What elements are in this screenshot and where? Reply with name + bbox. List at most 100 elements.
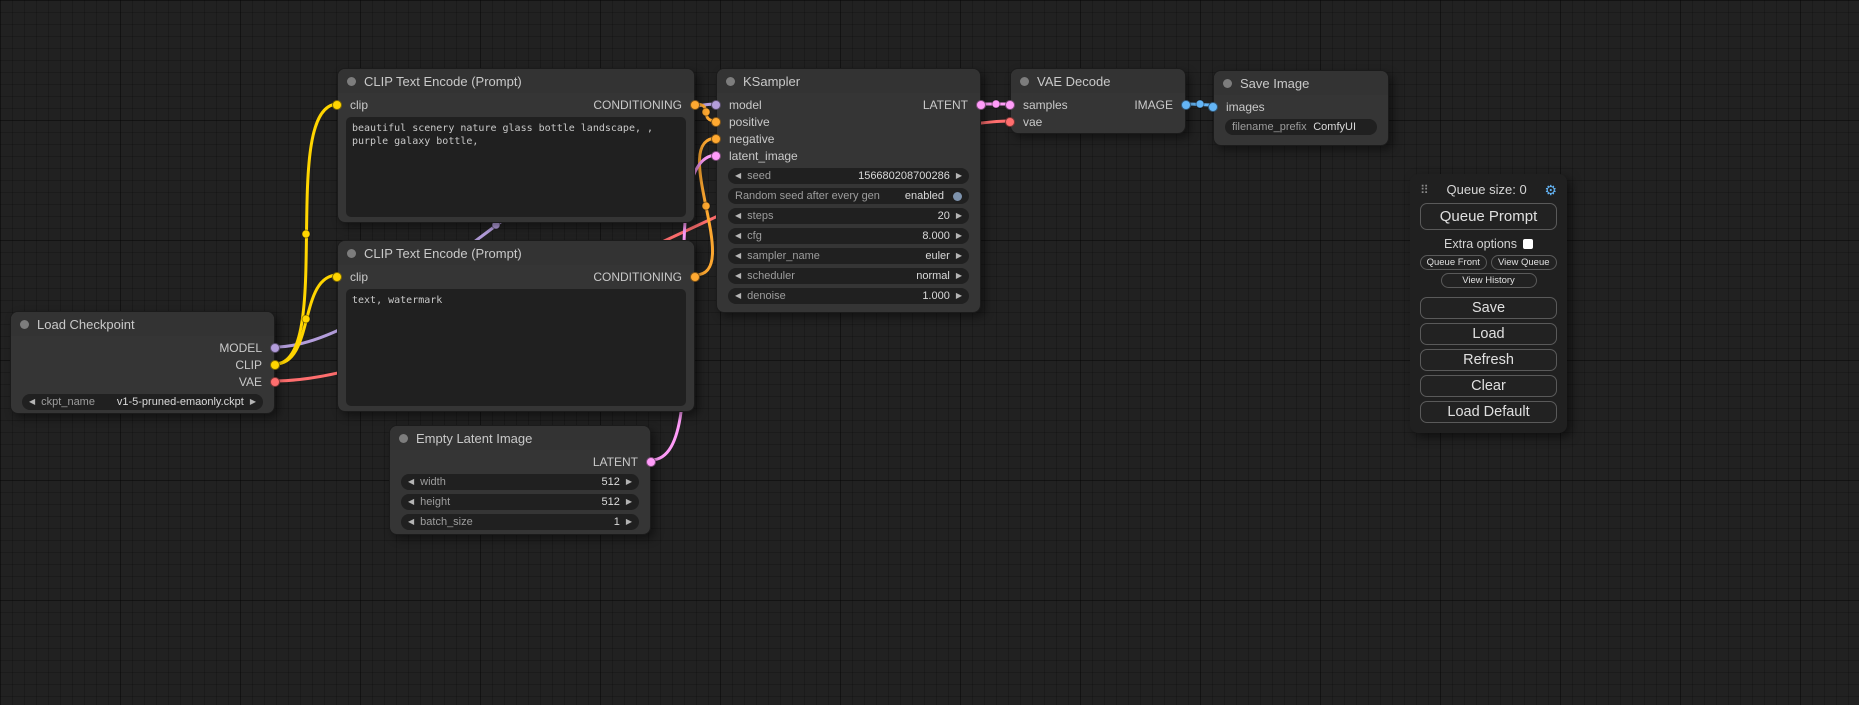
increment-arrow-icon[interactable]: ▶ — [956, 292, 962, 300]
output-label-latent: LATENT — [923, 98, 968, 112]
decrement-arrow-icon[interactable]: ◀ — [408, 518, 414, 526]
increment-arrow-icon[interactable]: ▶ — [956, 212, 962, 220]
increment-arrow-icon[interactable]: ▶ — [626, 518, 632, 526]
latent-output-port[interactable] — [646, 457, 656, 467]
node-title-bar[interactable]: CLIP Text Encode (Prompt) — [338, 241, 694, 265]
widget-cfg[interactable]: ◀ cfg 8.000 ▶ — [728, 228, 969, 244]
decrement-arrow-icon[interactable]: ◀ — [735, 252, 741, 260]
increment-arrow-icon[interactable]: ▶ — [626, 498, 632, 506]
link-midpoint-dot — [992, 100, 1000, 108]
node-clip-text-encode-negative[interactable]: CLIP Text Encode (Prompt) clip CONDITION… — [337, 240, 695, 412]
image-output-port[interactable] — [1181, 100, 1191, 110]
load-button[interactable]: Load — [1420, 323, 1557, 345]
clip-input-port[interactable] — [332, 272, 342, 282]
widget-name: width — [420, 476, 446, 488]
node-save-image[interactable]: Save Image images filename_prefix ComfyU… — [1213, 70, 1389, 146]
widget-value: 1 — [614, 516, 620, 528]
increment-arrow-icon[interactable]: ▶ — [956, 252, 962, 260]
collapse-dot-icon[interactable] — [399, 434, 408, 443]
increment-arrow-icon[interactable]: ▶ — [956, 172, 962, 180]
decrement-arrow-icon[interactable]: ◀ — [735, 212, 741, 220]
decrement-arrow-icon[interactable]: ◀ — [735, 272, 741, 280]
widget-value: 512 — [601, 476, 619, 488]
view-history-button[interactable]: View History — [1441, 273, 1537, 288]
decrement-arrow-icon[interactable]: ◀ — [735, 232, 741, 240]
decrement-arrow-icon[interactable]: ◀ — [408, 478, 414, 486]
widget-random-seed-toggle[interactable]: Random seed after every gen enabled — [728, 188, 969, 204]
link-midpoint-dot — [1196, 100, 1204, 108]
samples-input-port[interactable] — [1005, 100, 1015, 110]
queue-front-button[interactable]: Queue Front — [1420, 255, 1487, 270]
widget-sampler-name[interactable]: ◀ sampler_name euler ▶ — [728, 248, 969, 264]
decrement-arrow-icon[interactable]: ◀ — [735, 172, 741, 180]
queue-size-label: Queue size: 0 — [1429, 182, 1545, 197]
node-empty-latent-image[interactable]: Empty Latent Image LATENT ◀ width 512 ▶ … — [389, 425, 651, 535]
collapse-dot-icon[interactable] — [726, 77, 735, 86]
drag-handle-icon[interactable]: ⠿ — [1420, 183, 1429, 197]
increment-arrow-icon[interactable]: ▶ — [250, 398, 256, 406]
clear-button[interactable]: Clear — [1420, 375, 1557, 397]
clip-input-port[interactable] — [332, 100, 342, 110]
node-title-bar[interactable]: CLIP Text Encode (Prompt) — [338, 69, 694, 93]
widget-scheduler[interactable]: ◀ scheduler normal ▶ — [728, 268, 969, 284]
widget-filename-prefix[interactable]: filename_prefix ComfyUI — [1225, 119, 1377, 135]
conditioning-output-port[interactable] — [690, 272, 700, 282]
collapse-dot-icon[interactable] — [1020, 77, 1029, 86]
conditioning-output-port[interactable] — [690, 100, 700, 110]
widget-name: ckpt_name — [41, 396, 95, 408]
clip-output-port[interactable] — [270, 360, 280, 370]
widget-seed[interactable]: ◀ seed 156680208700286 ▶ — [728, 168, 969, 184]
vae-output-port[interactable] — [270, 377, 280, 387]
increment-arrow-icon[interactable]: ▶ — [626, 478, 632, 486]
node-vae-decode[interactable]: VAE Decode samples IMAGE vae — [1010, 68, 1186, 134]
positive-input-port[interactable] — [711, 117, 721, 127]
prompt-textarea[interactable]: beautiful scenery nature glass bottle la… — [346, 117, 686, 217]
node-load-checkpoint[interactable]: Load Checkpoint MODEL CLIP VAE ◀ ckpt_na… — [10, 311, 275, 414]
refresh-button[interactable]: Refresh — [1420, 349, 1557, 371]
decrement-arrow-icon[interactable]: ◀ — [408, 498, 414, 506]
decrement-arrow-icon[interactable]: ◀ — [29, 398, 35, 406]
increment-arrow-icon[interactable]: ▶ — [956, 232, 962, 240]
view-queue-button[interactable]: View Queue — [1491, 255, 1558, 270]
collapse-dot-icon[interactable] — [347, 77, 356, 86]
queue-prompt-button[interactable]: Queue Prompt — [1420, 203, 1557, 230]
images-input-port[interactable] — [1208, 102, 1218, 112]
prompt-textarea[interactable]: text, watermark — [346, 289, 686, 406]
negative-input-port[interactable] — [711, 134, 721, 144]
widget-width[interactable]: ◀ width 512 ▶ — [401, 474, 639, 490]
widget-batch-size[interactable]: ◀ batch_size 1 ▶ — [401, 514, 639, 530]
model-input-port[interactable] — [711, 100, 721, 110]
latent-output-port[interactable] — [976, 100, 986, 110]
widget-value: 1.000 — [922, 290, 950, 302]
widget-name: denoise — [747, 290, 786, 302]
widget-value: 156680208700286 — [858, 170, 950, 182]
node-title-bar[interactable]: Save Image — [1214, 71, 1388, 95]
node-clip-text-encode-positive[interactable]: CLIP Text Encode (Prompt) clip CONDITION… — [337, 68, 695, 223]
vae-input-port[interactable] — [1005, 117, 1015, 127]
node-ksampler[interactable]: KSampler model LATENT positive negative … — [716, 68, 981, 313]
widget-value: 8.000 — [922, 230, 950, 242]
model-output-port[interactable] — [270, 343, 280, 353]
node-title: VAE Decode — [1037, 74, 1110, 89]
node-canvas[interactable]: Load Checkpoint MODEL CLIP VAE ◀ ckpt_na… — [0, 0, 1859, 705]
node-title-bar[interactable]: Empty Latent Image — [390, 426, 650, 450]
extra-options-checkbox[interactable] — [1523, 239, 1533, 249]
decrement-arrow-icon[interactable]: ◀ — [735, 292, 741, 300]
increment-arrow-icon[interactable]: ▶ — [956, 272, 962, 280]
collapse-dot-icon[interactable] — [1223, 79, 1232, 88]
widget-denoise[interactable]: ◀ denoise 1.000 ▶ — [728, 288, 969, 304]
gear-icon[interactable]: ⚙ — [1544, 183, 1557, 197]
collapse-dot-icon[interactable] — [20, 320, 29, 329]
widget-height[interactable]: ◀ height 512 ▶ — [401, 494, 639, 510]
toggle-dot-icon[interactable] — [953, 192, 962, 201]
load-default-button[interactable]: Load Default — [1420, 401, 1557, 423]
collapse-dot-icon[interactable] — [347, 249, 356, 258]
save-button[interactable]: Save — [1420, 297, 1557, 319]
latent-image-input-port[interactable] — [711, 151, 721, 161]
node-title-bar[interactable]: Load Checkpoint — [11, 312, 274, 336]
widget-steps[interactable]: ◀ steps 20 ▶ — [728, 208, 969, 224]
node-title-bar[interactable]: KSampler — [717, 69, 980, 93]
widget-value: normal — [916, 270, 950, 282]
widget-ckpt-name[interactable]: ◀ ckpt_name v1-5-pruned-emaonly.ckpt ▶ — [22, 394, 263, 410]
node-title-bar[interactable]: VAE Decode — [1011, 69, 1185, 93]
